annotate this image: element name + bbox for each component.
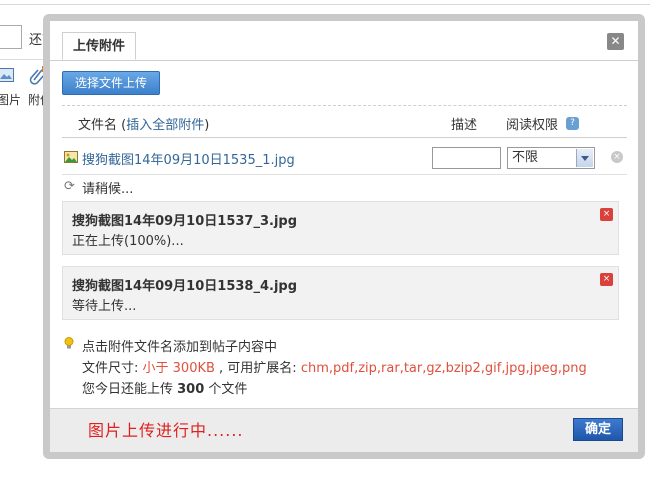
quota-count: 300 [177,382,205,397]
tip-file-size: 文件尺寸: 小于 300KB , 可用扩展名: chm,pdf,zip,rar,… [82,357,587,376]
dialog-header: 上传附件 ✕ [50,21,638,61]
tip-daily-quota: 您今日还能上传 300 个文件 [82,378,247,397]
upload-item-filename: 搜狗截图14年09月10日1538_4.jpg [72,279,298,294]
upload-item: 搜狗截图14年09月10日1538_4.jpg 等待上传... × [62,266,619,320]
column-header-description: 描述 [451,118,478,133]
image-file-icon [64,151,78,163]
cancel-upload-icon[interactable]: × [600,208,613,221]
filename-label: 文件名 [78,118,118,133]
dashed-divider [62,105,627,106]
allowed-extensions: chm,pdf,zip,rar,tar,gz,bzip2,gif,jpg,jpe… [300,361,587,376]
file-size-label: 文件尺寸: [82,361,143,376]
waiting-text: 请稍候... [82,182,134,197]
file-size-limit: 小于 300KB [142,361,215,376]
lightbulb-icon [64,337,74,349]
row-divider [62,174,627,175]
select-file-upload-button[interactable]: 选择文件上传 [62,71,161,95]
close-icon[interactable]: ✕ [607,33,624,50]
column-header-read-permission: 阅读权限 [506,118,559,133]
image-icon[interactable] [0,68,14,82]
dialog-footer: 图片上传进行中...... 确定 [50,408,638,452]
upload-dialog: 上传附件 ✕ 选择文件上传 文件名 (插入全部附件) 描述 阅读权限 ? 搜狗截… [50,21,638,452]
upload-item-status: 等待上传... [72,299,137,314]
read-permission-select[interactable]: 不限 [507,147,595,169]
quota-prefix: 您今日还能上传 [82,382,178,397]
remove-attachment-icon[interactable]: × [611,151,623,163]
upload-progress-message: 图片上传进行中...... [88,421,244,440]
page-top-divider [0,4,650,5]
tab-upload-attachment[interactable]: 上传附件 [62,32,137,60]
refresh-icon: ⟳ [64,179,75,194]
quota-suffix: 个文件 [204,382,248,397]
description-input[interactable] [432,147,501,169]
insert-all-attachments-link[interactable]: 插入全部附件 [126,118,204,133]
insert-all-close-paren: ) [204,118,210,133]
background-input[interactable] [0,25,22,49]
read-permission-value: 不限 [512,150,539,165]
chevron-down-icon[interactable] [576,149,593,167]
upload-dialog-frame: 上传附件 ✕ 选择文件上传 文件名 (插入全部附件) 描述 阅读权限 ? 搜狗截… [43,14,645,459]
header-divider [62,137,627,138]
cancel-upload-icon[interactable]: × [600,273,613,286]
attachment-file-link[interactable]: 搜狗截图14年09月10日1535_1.jpg [82,149,295,168]
upload-item-filename: 搜狗截图14年09月10日1537_3.jpg [72,214,298,229]
extensions-label: , 可用扩展名: [214,361,301,376]
upload-item: 搜狗截图14年09月10日1537_3.jpg 正在上传(100%)... × [62,201,619,255]
column-header-filename: 文件名 (插入全部附件) [78,114,209,133]
upload-item-status: 正在上传(100%)... [72,234,184,249]
ok-button[interactable]: 确定 [573,418,623,441]
help-icon[interactable]: ? [566,117,579,130]
toolbar-label-image[interactable]: 图片 [0,91,21,108]
tip-click-filename: 点击附件文件名添加到帖子内容中 [82,340,278,355]
